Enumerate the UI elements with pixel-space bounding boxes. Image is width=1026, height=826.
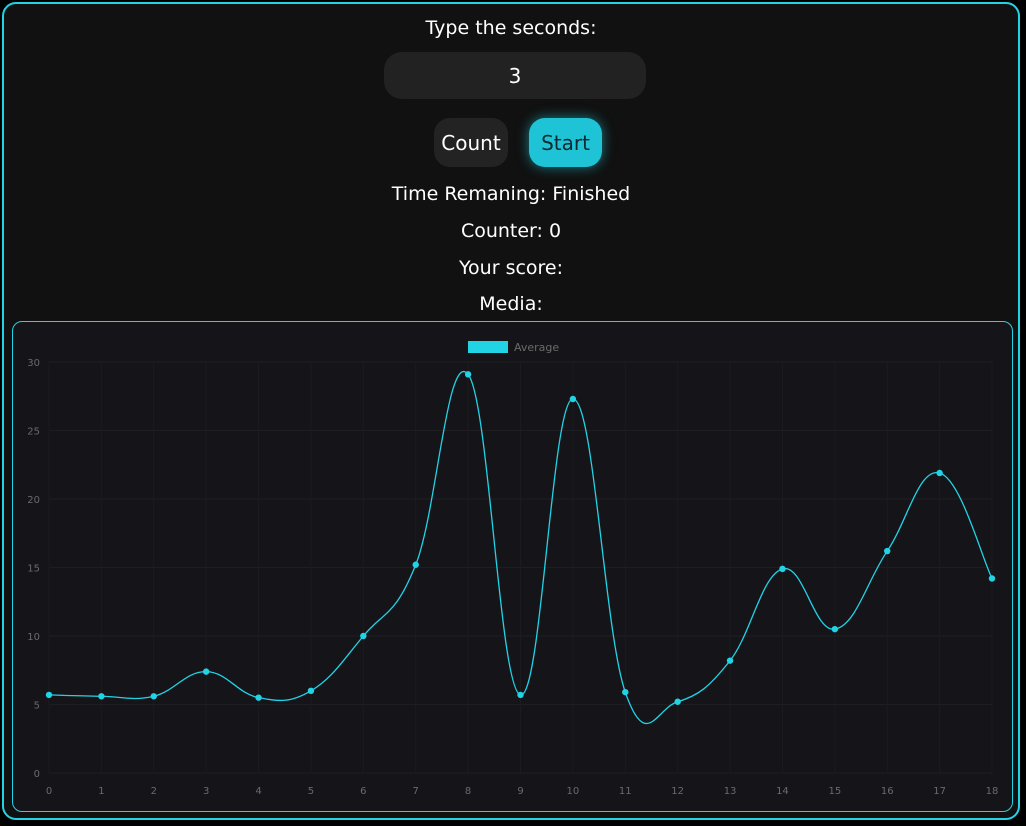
x-tick-label: 14: [776, 786, 789, 797]
count-button[interactable]: Count: [434, 118, 508, 167]
x-tick-label: 1: [98, 786, 104, 797]
data-point: [779, 565, 786, 573]
chart-canvas: 0510152025300 1 2 3 4 5 6 7 8 9 10 11 12 13 14 15 16 17 18…: [27, 341, 999, 797]
time-remaining-text: Time Remaning: Finished: [391, 183, 631, 205]
data-point: [569, 395, 577, 403]
y-tick-label: 0: [34, 769, 40, 780]
x-tick-label: 8: [465, 786, 471, 797]
x-tick-label: 17: [933, 786, 946, 797]
score-text: Your score:: [458, 257, 564, 279]
data-point: [517, 691, 524, 699]
data-point: [622, 688, 629, 696]
data-point: [255, 694, 262, 701]
data-point: [45, 691, 53, 699]
data-point: [884, 547, 891, 555]
x-tick-label: 2: [151, 786, 157, 797]
legend-label: Average: [514, 341, 559, 354]
data-point: [98, 693, 105, 700]
data-point: [464, 371, 472, 378]
data-point: [307, 687, 315, 694]
data-point: [360, 632, 367, 640]
legend-swatch: [468, 341, 508, 353]
y-tick-label: 25: [27, 427, 40, 438]
average-chart: 0 5 10 15 20 25 30 0 1 2 3 4 5 6 7 8 9 10 11 12 13 14 15 16 17 18…: [12, 321, 1013, 812]
x-tick-label: 3: [203, 786, 209, 797]
start-button[interactable]: Start: [529, 118, 602, 167]
data-point: [412, 561, 419, 568]
x-tick-label: 4: [255, 786, 261, 797]
y-tick-label: 20: [27, 495, 40, 506]
data-point: [726, 657, 734, 664]
data-point: [150, 693, 157, 700]
x-tick-label: 0: [46, 786, 52, 797]
seconds-prompt: Type the seconds:: [425, 17, 597, 39]
x-tick-label: 18: [986, 786, 999, 797]
x-tick-label: 12: [671, 786, 684, 797]
x-tick-label: 15: [828, 786, 841, 797]
y-tick-label: 30: [27, 358, 40, 369]
y-tick-label: 10: [27, 632, 40, 643]
data-point: [988, 575, 996, 582]
x-tick-label: 11: [619, 786, 632, 797]
data-point: [936, 469, 943, 477]
data-point: [674, 698, 681, 705]
x-tick-label: 10: [567, 786, 580, 797]
x-tick-label: 9: [517, 786, 523, 797]
y-tick-label: 15: [27, 564, 40, 575]
x-tick-label: 16: [881, 786, 894, 797]
x-tick-label: 7: [413, 786, 419, 797]
data-point: [202, 668, 210, 675]
seconds-input[interactable]: [384, 52, 646, 99]
media-text: Media:: [479, 293, 543, 315]
x-tick-label: 5: [308, 786, 314, 797]
data-point: [831, 625, 839, 633]
x-tick-label: 13: [724, 786, 737, 797]
x-tick-label: 6: [360, 786, 366, 797]
y-tick-label: 5: [34, 701, 40, 712]
counter-text: Counter: 0: [460, 220, 562, 242]
